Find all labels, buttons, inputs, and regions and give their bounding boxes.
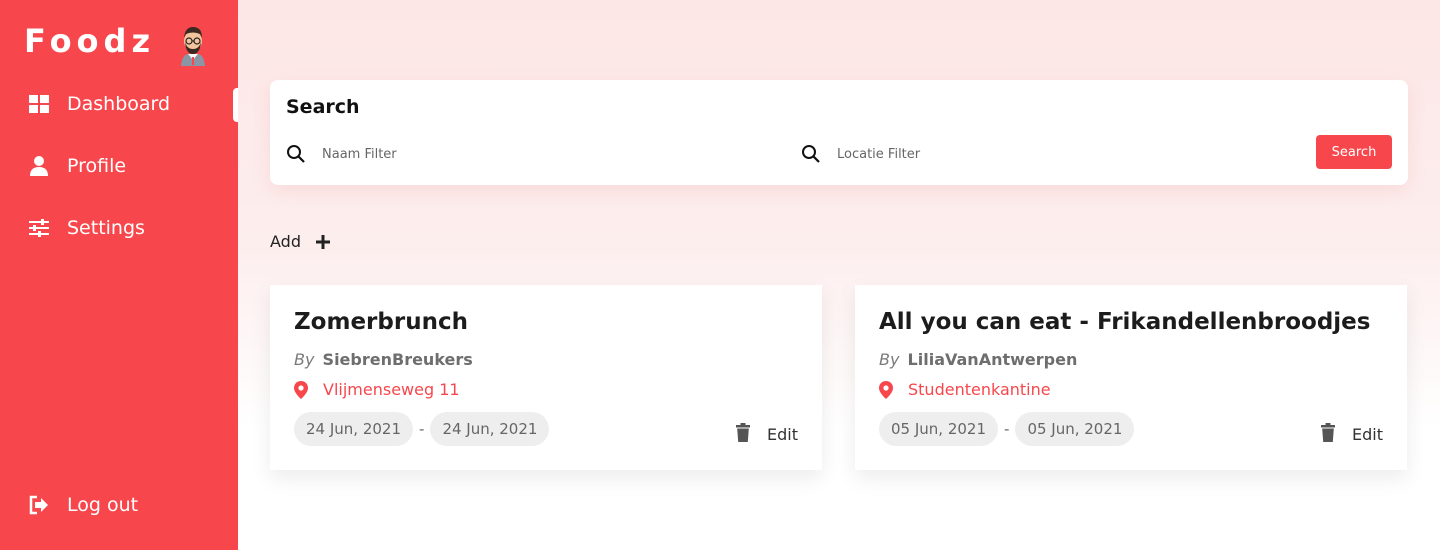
name-filter: [286, 142, 744, 166]
event-dates: 05 Jun, 2021 - 05 Jun, 2021: [879, 412, 1135, 446]
trash-icon[interactable]: [1320, 423, 1336, 442]
logout-label: Log out: [67, 494, 139, 516]
event-dates: 24 Jun, 2021 - 24 Jun, 2021: [294, 412, 550, 446]
event-card[interactable]: Zomerbrunch By SiebrenBreukers Vlijmense…: [270, 285, 822, 470]
author-name: SiebrenBreukers: [322, 350, 473, 369]
edit-button[interactable]: Edit: [1352, 425, 1383, 444]
search-panel: Search Search: [270, 80, 1408, 185]
by-label: By: [879, 350, 900, 369]
location-text: Studentenkantine: [908, 380, 1051, 399]
name-filter-input[interactable]: [320, 145, 744, 163]
event-author: By LiliaVanAntwerpen: [879, 350, 1077, 369]
sidebar-item-profile[interactable]: Profile: [0, 146, 238, 186]
location-pin-icon: [294, 380, 308, 399]
logout-button[interactable]: Log out: [0, 485, 238, 525]
sidebar-item-settings[interactable]: Settings: [0, 208, 238, 248]
plus-icon: [315, 234, 330, 249]
location-filter-input[interactable]: [835, 145, 1259, 163]
edit-button[interactable]: Edit: [767, 425, 798, 444]
add-label: Add: [270, 232, 301, 251]
sidebar-item-label: Profile: [67, 155, 127, 177]
sidebar: Foodz Dashboard Profile Settings Log out: [0, 0, 238, 550]
event-title: Zomerbrunch: [294, 309, 468, 335]
sidebar-item-label: Settings: [67, 217, 145, 239]
sidebar-item-label: Dashboard: [67, 93, 171, 115]
add-event-button[interactable]: Add: [270, 232, 331, 251]
search-icon: [287, 145, 305, 163]
by-label: By: [294, 350, 315, 369]
logout-icon: [29, 495, 48, 515]
location-text: Vlijmenseweg 11: [323, 380, 460, 399]
trash-icon[interactable]: [735, 423, 751, 442]
event-location: Studentenkantine: [879, 380, 1051, 399]
user-icon: [30, 156, 48, 176]
brand-logo[interactable]: Foodz: [24, 22, 155, 60]
sidebar-item-dashboard[interactable]: Dashboard: [0, 84, 238, 124]
sliders-icon: [29, 219, 49, 237]
search-title: Search: [286, 96, 360, 118]
event-title: All you can eat - Frikandellenbroodjes: [879, 309, 1371, 335]
end-date-chip: 24 Jun, 2021: [430, 412, 550, 446]
user-avatar[interactable]: [177, 24, 209, 66]
location-filter: [801, 142, 1259, 166]
date-separator: -: [419, 420, 425, 438]
author-name: LiliaVanAntwerpen: [907, 350, 1078, 369]
search-icon: [802, 145, 820, 163]
dashboard-icon: [29, 95, 49, 113]
date-separator: -: [1004, 420, 1010, 438]
event-card[interactable]: All you can eat - Frikandellenbroodjes B…: [855, 285, 1407, 470]
search-button[interactable]: Search: [1316, 135, 1392, 169]
location-pin-icon: [879, 380, 893, 399]
start-date-chip: 24 Jun, 2021: [294, 412, 414, 446]
event-author: By SiebrenBreukers: [294, 350, 473, 369]
event-location: Vlijmenseweg 11: [294, 380, 460, 399]
end-date-chip: 05 Jun, 2021: [1015, 412, 1135, 446]
start-date-chip: 05 Jun, 2021: [879, 412, 999, 446]
main-content: Search Search Add Zomerbrunch By: [238, 0, 1440, 550]
